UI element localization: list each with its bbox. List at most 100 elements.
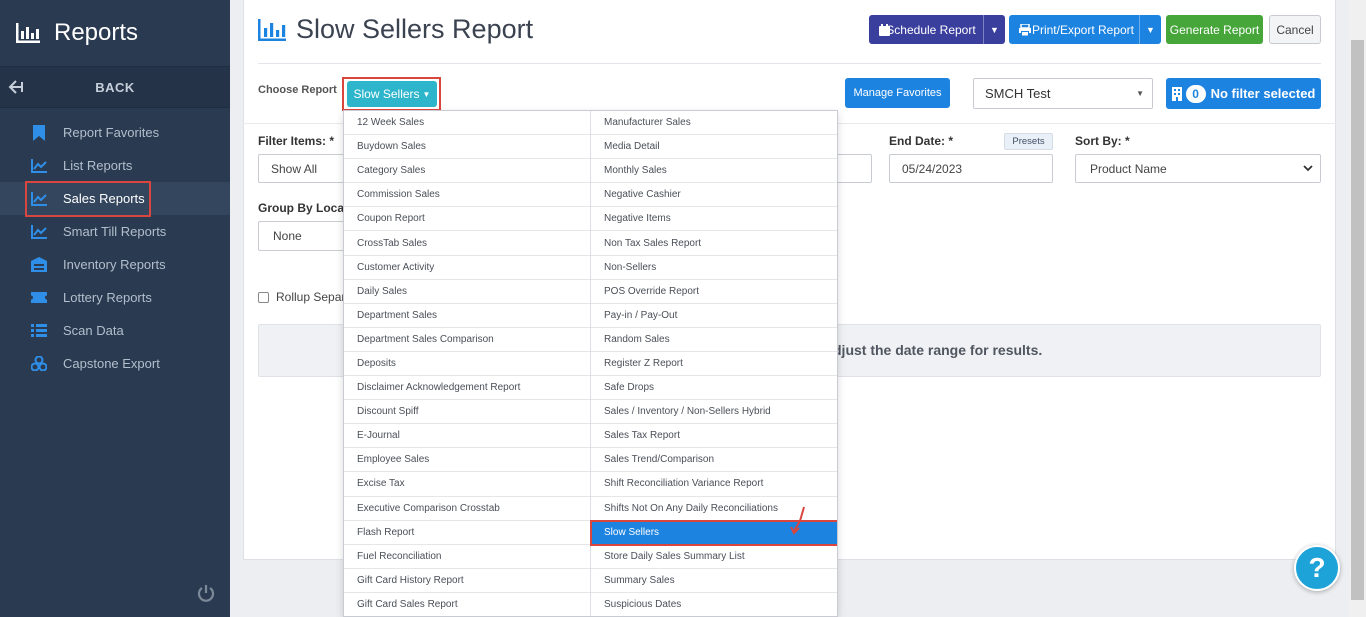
menu-item[interactable]: Employee Sales <box>344 448 590 473</box>
menu-item[interactable]: Random Sales <box>591 328 837 352</box>
scrollbar-thumb[interactable] <box>1351 40 1364 600</box>
menu-item[interactable]: Register Z Report <box>591 352 837 377</box>
menu-item[interactable]: Monthly Sales <box>591 159 837 184</box>
group-by-select[interactable]: None <box>258 221 348 251</box>
menu-item[interactable]: Discount Spiff <box>344 400 590 425</box>
sidebar-item-label: Smart Till Reports <box>63 224 167 239</box>
sidebar-item-scan-data[interactable]: Scan Data <box>0 314 230 347</box>
filter-count-badge: 0 <box>1185 84 1206 103</box>
bookmark-icon <box>30 124 48 142</box>
menu-item[interactable]: Disclaimer Acknowledgement Report <box>344 376 590 401</box>
menu-item[interactable]: Flash Report <box>344 521 590 545</box>
sidebar-item-lottery-reports[interactable]: Lottery Reports <box>0 281 230 314</box>
page-title-text: Slow Sellers Report <box>296 14 534 44</box>
filter-items-select[interactable]: Show All <box>258 154 348 183</box>
menu-item[interactable]: Safe Drops <box>591 376 837 401</box>
menu-item[interactable]: Gift Card Sales Report <box>344 593 590 616</box>
menu-item[interactable]: Sales Trend/Comparison <box>591 448 837 473</box>
schedule-report-label: Schedule Report <box>886 22 976 37</box>
menu-item[interactable]: Store Daily Sales Summary List <box>591 545 837 569</box>
menu-item[interactable]: Gift Card History Report <box>344 569 590 593</box>
menu-item[interactable]: Summary Sales <box>591 569 837 593</box>
menu-item[interactable]: Negative Cashier <box>591 183 837 208</box>
menu-item[interactable]: Negative Items <box>591 207 837 232</box>
rollup-checkbox[interactable] <box>258 292 269 303</box>
menu-item[interactable]: Suspicious Dates <box>591 593 837 616</box>
filter-items-value: Show All <box>271 161 318 176</box>
group-by-value: None <box>273 229 302 243</box>
store-select[interactable]: SMCH Test ▼ <box>973 78 1153 109</box>
power-icon[interactable] <box>196 583 216 603</box>
help-button[interactable]: ? <box>1294 545 1340 591</box>
menu-item[interactable]: Media Detail <box>591 135 837 160</box>
generate-report-button[interactable]: Generate Report <box>1166 15 1263 44</box>
sort-by-label: Sort By: * <box>1075 134 1130 148</box>
store-select-value: SMCH Test <box>985 86 1051 101</box>
sidebar-item-sales-reports[interactable]: Sales Reports <box>0 181 230 217</box>
filter-button[interactable]: 0 No filter selected <box>1166 78 1321 109</box>
menu-item[interactable]: Shift Reconciliation Variance Report <box>591 472 837 497</box>
sidebar-header: Reports <box>0 0 230 67</box>
manage-favorites-button[interactable]: Manage Favorites <box>845 78 950 108</box>
page-title: Slow Sellers Report <box>258 14 533 45</box>
schedule-report-button[interactable]: Schedule Report ▼ <box>869 15 1005 44</box>
ticket-icon <box>30 289 48 307</box>
chevron-down-icon[interactable]: ▼ <box>1139 15 1161 44</box>
menu-item[interactable]: Commission Sales <box>344 183 590 208</box>
list-icon <box>30 322 48 340</box>
caret-down-icon: ▼ <box>1136 89 1144 98</box>
menu-item[interactable]: Department Sales <box>344 304 590 328</box>
bar-chart-icon <box>258 18 286 41</box>
menu-item[interactable]: E-Journal <box>344 424 590 449</box>
menu-item[interactable]: Daily Sales <box>344 280 590 304</box>
sidebar-item-inventory-reports[interactable]: Inventory Reports <box>0 248 230 281</box>
menu-item[interactable]: Non Tax Sales Report <box>591 231 837 256</box>
menu-item[interactable]: Customer Activity <box>344 256 590 280</box>
menu-item[interactable]: Manufacturer Sales <box>591 111 837 136</box>
menu-item[interactable]: Sales Tax Report <box>591 424 837 449</box>
menu-item[interactable]: Excise Tax <box>344 472 590 497</box>
menu-item[interactable]: Non-Sellers <box>591 256 837 280</box>
menu-item[interactable]: Pay-in / Pay-Out <box>591 304 837 328</box>
highlight-box <box>25 181 151 217</box>
sidebar-item-capstone-export[interactable]: Capstone Export <box>0 347 230 380</box>
menu-item[interactable]: CrossTab Sales <box>344 231 590 256</box>
presets-button[interactable]: Presets <box>1004 133 1053 150</box>
menu-item[interactable]: Coupon Report <box>344 207 590 232</box>
menu-item[interactable]: POS Override Report <box>591 280 837 304</box>
sort-by-value: Product Name <box>1090 161 1167 176</box>
menu-item[interactable]: Executive Comparison Crosstab <box>344 497 590 521</box>
back-button[interactable]: BACK <box>0 67 230 108</box>
menu-item[interactable]: Fuel Reconciliation <box>344 545 590 569</box>
menu-column-left: 12 Week Sales Buydown Sales Category Sales… <box>344 111 591 616</box>
info-message-text: djust the date range for results. <box>833 342 1043 358</box>
print-export-label: Print/Export Report <box>1031 22 1135 37</box>
filter-label: No filter selected <box>1210 86 1316 101</box>
end-date-value: 05/24/2023 <box>902 161 963 176</box>
warehouse-icon <box>30 256 48 274</box>
end-date-field[interactable]: 05/24/2023 <box>889 154 1053 183</box>
line-chart-icon <box>30 157 48 175</box>
sidebar-item-label: List Reports <box>63 158 133 173</box>
sidebar-item-report-favorites[interactable]: Report Favorites <box>0 116 230 149</box>
menu-item[interactable]: 12 Week Sales <box>344 111 590 136</box>
building-icon <box>1171 86 1182 101</box>
sort-by-select[interactable]: Product Name <box>1075 154 1321 183</box>
sidebar-item-list-reports[interactable]: List Reports <box>0 149 230 182</box>
sidebar-item-smart-till-reports[interactable]: Smart Till Reports <box>0 215 230 248</box>
menu-item[interactable]: Buydown Sales <box>344 135 590 160</box>
menu-item[interactable]: Department Sales Comparison <box>344 328 590 352</box>
end-date-label: End Date: * <box>889 134 954 148</box>
print-export-button[interactable]: Print/Export Report ▼ <box>1009 15 1161 44</box>
menu-item[interactable]: Category Sales <box>344 159 590 184</box>
cubes-icon <box>30 355 48 373</box>
menu-item[interactable]: Deposits <box>344 352 590 377</box>
chevron-down-icon[interactable]: ▼ <box>983 15 1005 44</box>
cancel-button[interactable]: Cancel <box>1269 15 1321 44</box>
menu-item[interactable]: Sales / Inventory / Non-Sellers Hybrid <box>591 400 837 425</box>
sidebar-item-label: Inventory Reports <box>63 257 166 272</box>
menu-column-right: Manufacturer Sales Media Detail Monthly Sa… <box>590 111 837 616</box>
sidebar-item-label: Scan Data <box>63 323 124 338</box>
chevron-down-icon <box>1303 165 1313 172</box>
choose-report-label: Choose Report <box>258 84 337 96</box>
